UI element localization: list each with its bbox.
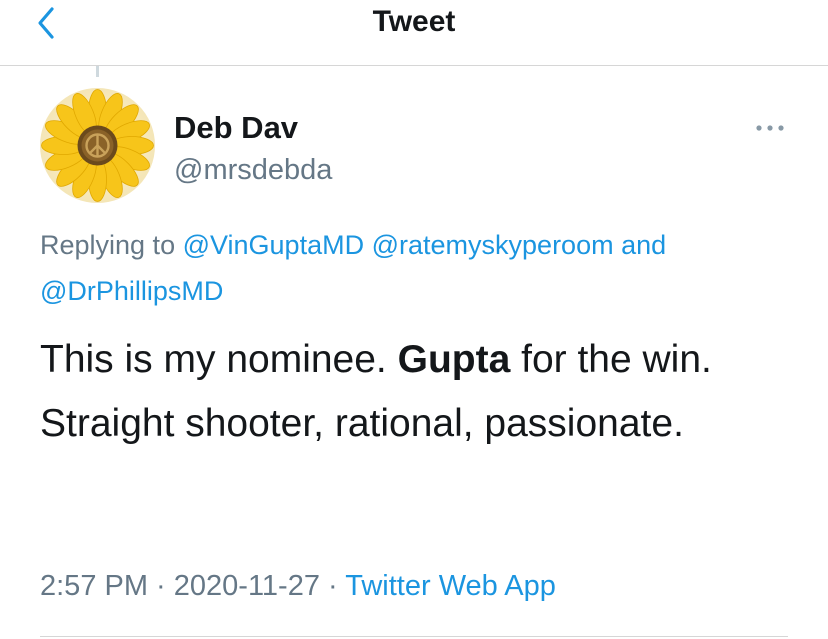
- tweet-source-link[interactable]: Twitter Web App: [345, 570, 556, 602]
- mention-link-vinguptamd[interactable]: @VinGuptaMD: [183, 230, 365, 260]
- mention-link-ratemyskyperoom[interactable]: @ratemyskyperoom: [372, 230, 614, 260]
- tweet-text-part-1: This is my nominee.: [40, 338, 398, 381]
- meta-separator-1: ·: [148, 570, 174, 602]
- tweet-time: 2:57 PM: [40, 570, 148, 602]
- tweet-text-bold: Gupta: [397, 338, 511, 381]
- and-label: and: [621, 230, 667, 260]
- more-dots-icon: [756, 125, 784, 131]
- tweet-date: 2020-11-27: [173, 570, 320, 602]
- sunflower-peace-avatar: [40, 88, 155, 203]
- display-name[interactable]: Deb Dav: [174, 110, 298, 146]
- replying-to-label: Replying to: [40, 230, 183, 260]
- divider: [40, 636, 788, 637]
- replying-to-line: Replying to @VinGuptaMD @ratemyskyperoom…: [40, 222, 800, 314]
- more-options-button[interactable]: [752, 118, 788, 138]
- user-handle[interactable]: @mrsdebda: [174, 152, 332, 188]
- mention-link-drphillipsmd[interactable]: @DrPhillipsMD: [40, 276, 223, 306]
- meta-separator-2: ·: [319, 570, 346, 602]
- avatar[interactable]: [40, 88, 155, 203]
- thread-connector-line: [96, 66, 99, 77]
- tweet-metadata: 2:57 PM · 2020-11-27 · Twitter Web App: [40, 566, 556, 606]
- top-nav-bar: Tweet: [0, 0, 828, 66]
- tweet-text: This is my nominee. Gupta for the win. S…: [40, 328, 800, 456]
- page-title: Tweet: [372, 5, 456, 38]
